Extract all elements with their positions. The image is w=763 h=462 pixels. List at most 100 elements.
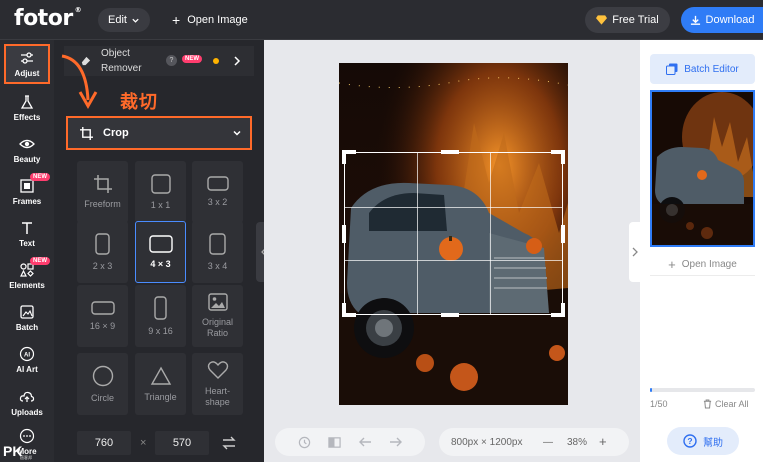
zoom-out-button[interactable]: — [543,437,553,448]
crop-handle-e[interactable] [561,225,565,243]
swap-icon[interactable] [222,436,236,450]
ratio-9x16[interactable]: 9 x 16 [135,285,186,347]
history-icon[interactable] [298,436,311,449]
plus-icon: + [172,12,181,28]
annotation-label: 裁切 [120,92,158,113]
object-remover-label: Object Remover [101,48,142,74]
ratio-heart[interactable]: Heart-shape [192,353,243,415]
sliders-icon [21,52,33,64]
rect-landscape-icon [206,176,229,191]
square-icon [150,173,171,194]
crop-dropdown[interactable]: Crop [66,116,252,150]
ratio-4x3[interactable]: 4 × 3 [135,221,186,283]
flask-icon [20,95,34,109]
redo-icon[interactable] [389,436,403,448]
chevron-down-icon [132,18,139,23]
height-input[interactable]: 570 [155,431,209,455]
ratio-1x1[interactable]: 1 x 1 [135,161,186,223]
sidebar-item-adjust[interactable]: Adjust [4,44,50,84]
width-input[interactable]: 760 [77,431,131,455]
zoom-in-button[interactable]: + [599,434,607,449]
grid-line [345,206,562,208]
tool-sidebar: Adjust Effects Beauty Frames NEW Text El… [0,40,54,462]
rect-portrait-icon [154,295,167,320]
crop-handle-n[interactable] [441,150,459,154]
ratio-triangle[interactable]: Triangle [135,353,186,415]
ai-icon: AI [19,346,35,362]
image-size: 800px × 1200px [451,436,523,448]
rect-landscape-icon [90,300,115,315]
sidebar-item-text[interactable]: Text [0,214,54,254]
crop-handle-nw[interactable] [342,150,346,164]
grid-line [489,153,491,314]
batch-progress-fill [650,388,653,392]
crop-frame[interactable] [342,150,565,317]
history-toolbar [275,428,425,456]
status-dot [213,58,219,64]
plus-icon: + [668,257,676,272]
dimension-separator: × [140,437,147,449]
text-icon [22,222,32,234]
chevron-down-icon [233,130,241,136]
chevron-right-icon [632,247,638,257]
batch-icon [666,63,678,75]
crop-handle-se[interactable] [561,303,565,317]
diamond-icon [596,15,608,25]
download-button[interactable]: Download [681,7,763,33]
eye-icon [19,139,35,149]
trash-icon [703,399,712,409]
ratio-freeform[interactable]: Freeform [77,161,128,223]
ratio-3x2[interactable]: 3 x 2 [192,161,243,223]
more-icon [19,428,35,444]
add-image-button[interactable]: + Open Image [650,254,755,276]
open-image-button[interactable]: + Open Image [172,8,248,32]
grid-line [345,260,562,262]
new-badge: NEW [182,55,202,63]
image-thumbnail[interactable] [650,90,755,247]
crop-icon [80,126,93,140]
sidebar-item-frames[interactable]: Frames NEW [0,172,54,212]
zoom-level: 38% [567,436,588,448]
crop-handle-w[interactable] [342,225,346,243]
triangle-icon [150,366,171,385]
image-icon [207,293,228,311]
chevron-right-icon [234,56,241,66]
crop-handle-ne[interactable] [561,150,565,164]
ratio-3x4[interactable]: 3 x 4 [192,221,243,283]
cloud-upload-icon [19,391,35,402]
circle-icon [92,365,113,386]
rect-portrait-icon [95,232,110,255]
heart-icon [207,361,228,379]
batch-editor-button[interactable]: Batch Editor [650,54,755,84]
ratio-original[interactable]: Original Ratio [192,285,243,347]
sidebar-item-uploads[interactable]: Uploads [0,383,54,423]
sidebar-item-beauty[interactable]: Beauty [0,130,54,170]
help-button[interactable]: ? 幫助 [667,427,739,455]
edit-menu-button[interactable]: Edit [98,8,150,32]
sidebar-item-effects[interactable]: Effects [0,88,54,128]
svg-text:AI: AI [24,353,30,359]
grid-line [417,153,419,314]
info-icon: ? [166,55,177,66]
help-icon: ? [683,434,697,448]
undo-icon[interactable] [358,436,372,448]
sidebar-item-batch[interactable]: Batch [0,298,54,338]
crop-handle-sw[interactable] [342,303,346,317]
clear-all-button[interactable]: Clear All [703,399,749,409]
sidebar-item-elements[interactable]: Elements NEW [0,256,54,296]
collapse-right-panel-button[interactable] [629,222,640,282]
compare-icon[interactable] [327,436,341,449]
free-trial-button[interactable]: Free Trial [585,7,670,33]
new-badge: NEW [30,257,50,265]
image-count: 1/50 [650,399,668,409]
sidebar-item-ai-art[interactable]: AI AI Art [0,340,54,380]
ratio-circle[interactable]: Circle [77,353,128,415]
ratio-16x9[interactable]: 16 × 9 [77,285,128,347]
fotor-logo[interactable]: fotor ® [14,6,82,31]
crop-icon [93,174,112,193]
crop-handle-s[interactable] [441,313,459,317]
ratio-2x3[interactable]: 2 x 3 [77,221,128,283]
rect-portrait-icon [209,232,226,255]
new-badge: NEW [30,173,50,181]
batch-icon [20,305,34,319]
